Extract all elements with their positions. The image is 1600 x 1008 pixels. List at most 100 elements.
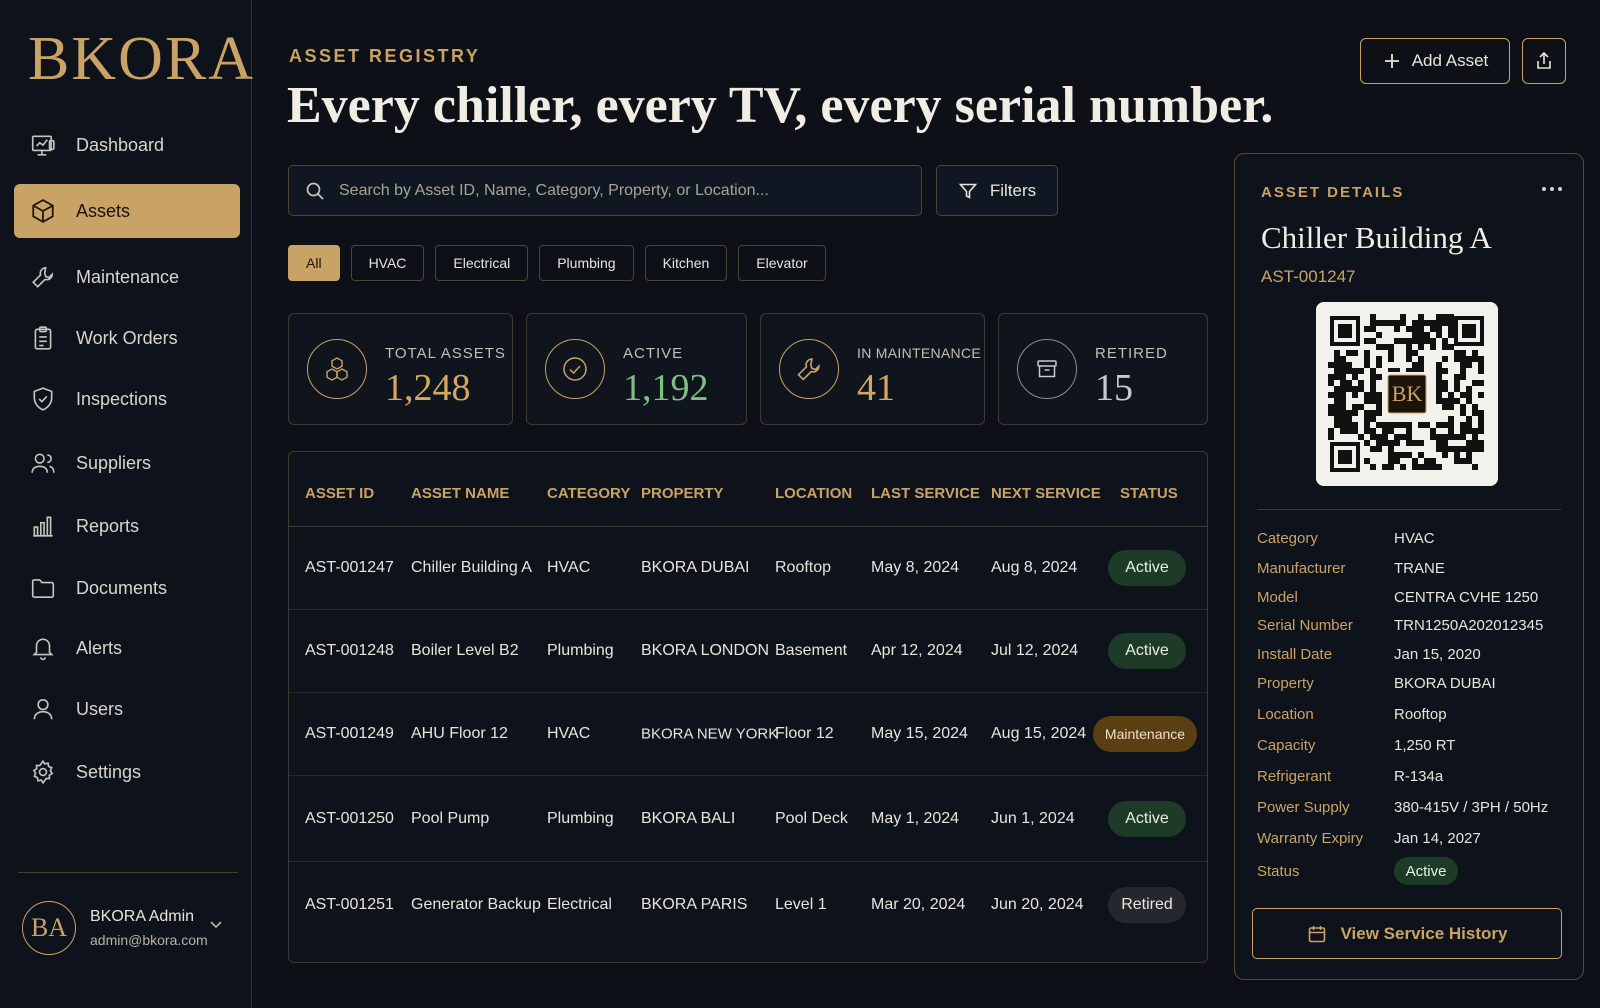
category-chips: All HVAC Electrical Plumbing Kitchen Ele… [288, 245, 837, 281]
cell-next-service: Aug 15, 2024 [991, 725, 1087, 742]
filters-button[interactable]: Filters [936, 165, 1058, 216]
cell-asset-id: AST-001247 [305, 559, 394, 576]
cell-category: Electrical [547, 896, 612, 913]
table-row[interactable]: AST-001251 Generator Backup Electrical B… [289, 862, 1207, 962]
sidebar-item-maintenance[interactable]: Maintenance [14, 250, 240, 304]
column-header[interactable]: LAST SERVICE [871, 485, 980, 502]
chip-hvac[interactable]: HVAC [350, 245, 425, 281]
spec-value: CENTRA CVHE 1250 [1394, 589, 1539, 606]
sidebar-item-settings[interactable]: Settings [14, 745, 240, 799]
add-asset-button[interactable]: Add Asset [1360, 38, 1510, 84]
spec-label: Warranty Expiry [1257, 830, 1364, 847]
chip-electrical[interactable]: Electrical [435, 245, 529, 281]
stat-icon-circle [779, 339, 839, 399]
status-badge: Active [1108, 550, 1186, 586]
chip-all[interactable]: All [288, 245, 340, 281]
cell-asset-id: AST-001250 [305, 810, 394, 827]
cell-location: Rooftop [775, 559, 832, 576]
plus-icon [1382, 51, 1402, 71]
stat-card-total: TOTAL ASSETS 1,248 [288, 313, 513, 425]
column-header[interactable]: PROPERTY [641, 485, 724, 502]
spec-value: HVAC [1394, 530, 1435, 547]
user-icon [30, 696, 56, 722]
sidebar-item-suppliers[interactable]: Suppliers [14, 436, 240, 490]
view-service-history-button[interactable]: View Service History [1252, 908, 1562, 959]
cell-asset-name: Boiler Level B2 [411, 642, 519, 659]
sidebar-item-inspections[interactable]: Inspections [14, 372, 240, 426]
sidebar-item-users[interactable]: Users [14, 682, 240, 736]
column-header[interactable]: ASSET ID [305, 485, 374, 502]
asset-details-panel: ASSET DETAILS Chiller Building A AST-001… [1234, 153, 1584, 980]
users-icon [30, 450, 56, 476]
cell-next-service: Aug 8, 2024 [991, 559, 1078, 576]
column-header[interactable]: STATUS [1120, 485, 1178, 502]
spec-value: Jan 15, 2020 [1394, 646, 1481, 663]
page-eyebrow: ASSET REGISTRY [289, 46, 481, 66]
spec-value: TRN1250A202012345 [1394, 617, 1544, 634]
stat-label: RETIRED [1095, 345, 1168, 362]
brand-logo[interactable]: BKORA [28, 28, 255, 90]
cell-asset-id: AST-001249 [305, 725, 394, 742]
shield-check-icon [30, 386, 56, 412]
status-badge: Active [1108, 801, 1186, 837]
sidebar-item-work-orders[interactable]: Work Orders [14, 311, 240, 365]
spec-value: Rooftop [1394, 706, 1447, 723]
cell-last-service: May 1, 2024 [871, 810, 960, 827]
search-icon [305, 181, 325, 201]
sidebar-item-reports[interactable]: Reports [14, 499, 240, 553]
sidebar-item-label: Maintenance [76, 266, 180, 287]
stat-value: 1,248 [385, 367, 471, 409]
table-row[interactable]: AST-001247 Chiller Building A HVAC BKORA… [289, 527, 1207, 610]
column-header[interactable]: LOCATION [775, 485, 852, 502]
spec-value: 1,250 RT [1394, 737, 1456, 754]
chevron-down-icon[interactable] [208, 916, 224, 932]
column-header[interactable]: CATEGORY [547, 485, 630, 502]
column-header[interactable]: NEXT SERVICE [991, 485, 1101, 502]
cell-category: HVAC [547, 559, 591, 576]
chip-plumbing[interactable]: Plumbing [539, 245, 634, 281]
wrench-icon [30, 264, 56, 290]
cell-location: Floor 12 [775, 725, 834, 742]
export-button[interactable] [1522, 38, 1566, 84]
status-badge: Maintenance [1093, 716, 1197, 752]
bell-icon [30, 635, 56, 661]
table-header: ASSET ID ASSET NAME CATEGORY PROPERTY LO… [289, 452, 1207, 527]
cell-location: Basement [775, 642, 848, 659]
stat-value: 1,192 [623, 367, 709, 409]
chip-kitchen[interactable]: Kitchen [644, 245, 728, 281]
sidebar-item-assets[interactable]: Assets [14, 184, 240, 238]
sidebar-item-label: Work Orders [76, 327, 178, 348]
stat-icon-circle [1017, 339, 1077, 399]
stat-label: IN MAINTENANCE [857, 345, 981, 361]
search-input[interactable] [339, 181, 899, 200]
status-badge: Retired [1108, 887, 1186, 923]
stat-icon-circle [307, 339, 367, 399]
qr-code[interactable]: BK [1316, 302, 1498, 486]
stat-label: TOTAL ASSETS [385, 345, 506, 362]
share-icon [1534, 51, 1554, 71]
clipboard-icon [30, 325, 56, 351]
sidebar-item-label: Inspections [76, 388, 168, 409]
sidebar-item-alerts[interactable]: Alerts [14, 621, 240, 675]
folder-icon [30, 575, 56, 601]
cell-next-service: Jul 12, 2024 [991, 642, 1079, 659]
table-row[interactable]: AST-001248 Boiler Level B2 Plumbing BKOR… [289, 610, 1207, 693]
sidebar-item-dashboard[interactable]: Dashboard [14, 118, 240, 172]
avatar: BA [22, 901, 76, 955]
more-options-icon[interactable] [1541, 184, 1563, 194]
cell-asset-name: Generator Backup [411, 896, 541, 913]
column-header[interactable]: ASSET NAME [411, 485, 509, 502]
spec-label: Manufacturer [1257, 560, 1346, 577]
spec-value: R-134a [1394, 768, 1444, 785]
sidebar-item-documents[interactable]: Documents [14, 561, 240, 615]
sidebar-item-label: Dashboard [76, 134, 165, 155]
spec-label: Serial Number [1257, 617, 1353, 634]
table-row[interactable]: AST-001250 Pool Pump Plumbing BKORA BALI… [289, 776, 1207, 862]
cell-next-service: Jun 20, 2024 [991, 896, 1084, 913]
gear-icon [30, 759, 56, 785]
user-menu[interactable]: BA BKORA Admin admin@bkora.com [22, 898, 236, 958]
sidebar-item-label: Assets [76, 200, 131, 221]
search-bar [288, 165, 922, 216]
table-row[interactable]: AST-001249 AHU Floor 12 HVAC BKORA NEW Y… [289, 693, 1207, 776]
chip-elevator[interactable]: Elevator [738, 245, 826, 281]
